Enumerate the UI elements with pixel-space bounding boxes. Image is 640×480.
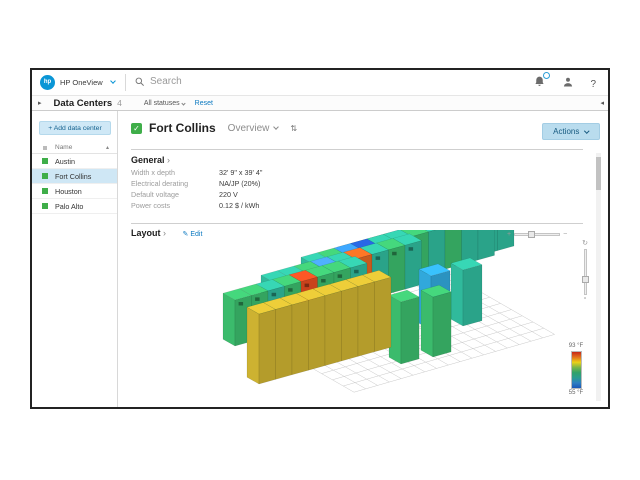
status-column-icon: [43, 146, 47, 150]
rack-front: [276, 305, 293, 380]
legend-min-label: 55 °F: [563, 390, 589, 397]
app-window: hp HP OneView Search: [30, 68, 610, 409]
rack-label-tag: [288, 288, 293, 292]
detail-title: Fort Collins: [149, 121, 216, 135]
help-button[interactable]: ?: [590, 79, 596, 90]
general-section-heading[interactable]: General ›: [131, 155, 170, 165]
collapse-panel-icon[interactable]: ◂: [600, 99, 604, 107]
rack-front: [292, 300, 309, 375]
rack-label-tag: [376, 256, 381, 260]
rack-side: [247, 307, 259, 384]
rack-front: [401, 297, 419, 364]
zoom-slider-handle[interactable]: [528, 231, 535, 238]
rack-front: [342, 286, 359, 361]
rack-label-tag: [272, 293, 277, 297]
zoom-slider-track[interactable]: [514, 233, 560, 236]
rack-front: [433, 292, 451, 357]
add-data-center-button[interactable]: + Add data center: [39, 121, 111, 135]
status-ok-icon: [42, 173, 48, 179]
detail-panel: ✓ Fort Collins Overview ⇅ Actions Genera…: [119, 111, 608, 407]
top-bar: hp HP OneView Search: [32, 70, 608, 95]
reset-filter-link[interactable]: Reset: [195, 100, 213, 107]
rotate-degree-label: °: [584, 297, 587, 304]
general-properties: Width x depth 32' 9" x 39' 4" Electrical…: [131, 167, 262, 211]
property-row: Default voltage 220 V: [131, 189, 262, 200]
expand-panel-icon[interactable]: ▸: [38, 99, 42, 107]
filter-bar: ▸ Data Centers 4 All statuses Reset ◂: [32, 95, 608, 111]
brand-menu-chevron-icon[interactable]: [110, 78, 116, 84]
item-count: 4: [117, 98, 122, 108]
list-item-houston[interactable]: Houston: [32, 184, 117, 199]
rotate-slider[interactable]: ↻ °: [579, 239, 591, 304]
zoom-slider[interactable]: + −: [507, 231, 567, 238]
rotate-slider-track[interactable]: [584, 249, 587, 295]
hp-logo-icon: hp: [40, 75, 55, 90]
temperature-legend: 93 °F 55 °F: [563, 343, 589, 397]
rack-label-tag: [354, 270, 359, 274]
status-ok-icon: [42, 188, 48, 194]
rack-front: [309, 296, 326, 371]
alert-badge: [543, 72, 550, 79]
search-placeholder: Search: [150, 76, 182, 87]
property-row: Electrical derating NA/JP (20%): [131, 178, 262, 189]
divider: [131, 223, 583, 224]
search-input[interactable]: Search: [134, 76, 182, 87]
rack-label-tag: [392, 252, 397, 256]
zoom-in-icon[interactable]: +: [507, 231, 511, 238]
status-ok-check-icon: ✓: [131, 123, 142, 134]
rack-label-tag: [305, 284, 310, 288]
status-filter-dropdown[interactable]: All statuses: [144, 100, 185, 107]
sort-ascending-icon: ▴: [106, 144, 109, 151]
scrollbar-thumb[interactable]: [596, 157, 601, 190]
layout-3d-view[interactable]: [125, 230, 605, 410]
topbar-divider: [125, 74, 126, 91]
user-menu-button[interactable]: [562, 75, 574, 93]
list-item-palo-alto[interactable]: Palo Alto: [32, 199, 117, 214]
rack-front: [259, 309, 276, 384]
property-row: Width x depth 32' 9" x 39' 4": [131, 167, 262, 178]
rack-label-tag: [321, 279, 326, 283]
legend-max-label: 93 °F: [563, 343, 589, 350]
datacenter-list-panel: + Add data center Name ▴ Austin Fort Col…: [32, 111, 118, 407]
rack-side: [451, 263, 463, 326]
view-selector-dropdown[interactable]: Overview: [228, 123, 279, 134]
rack-front: [375, 277, 392, 352]
list-item-fort-collins[interactable]: Fort Collins: [32, 169, 117, 184]
product-name: HP OneView: [60, 78, 103, 87]
rack-label-tag: [255, 297, 260, 301]
status-ok-icon: [42, 203, 48, 209]
rack-front: [358, 282, 375, 357]
page-title: Data Centers: [54, 98, 113, 109]
zoom-out-icon[interactable]: −: [563, 231, 567, 238]
sort-toggle-icon[interactable]: ⇅: [290, 124, 297, 133]
list-header[interactable]: Name ▴: [32, 142, 117, 154]
list-item-austin[interactable]: Austin: [32, 154, 117, 169]
name-column-label: Name: [55, 144, 72, 151]
rack-front: [463, 265, 482, 326]
rack-side: [421, 290, 433, 357]
actions-button[interactable]: Actions: [542, 123, 600, 140]
rack-label-tag: [239, 302, 244, 306]
status-ok-icon: [42, 158, 48, 164]
rotate-slider-handle[interactable]: [582, 276, 589, 283]
rack-side: [223, 293, 235, 346]
rack-front: [478, 230, 495, 260]
rotate-icon[interactable]: ↻: [582, 239, 588, 247]
user-icon: [562, 76, 574, 88]
rack-label-tag: [338, 274, 343, 278]
property-row: Power costs 0.12 $ / kWh: [131, 200, 262, 211]
divider: [131, 149, 583, 150]
vertical-scrollbar[interactable]: [596, 153, 601, 401]
alerts-button[interactable]: [533, 75, 546, 93]
rack-label-tag: [409, 247, 414, 251]
search-icon: [134, 76, 145, 87]
rack-front: [325, 291, 342, 366]
temperature-gradient-bar: [571, 351, 582, 389]
